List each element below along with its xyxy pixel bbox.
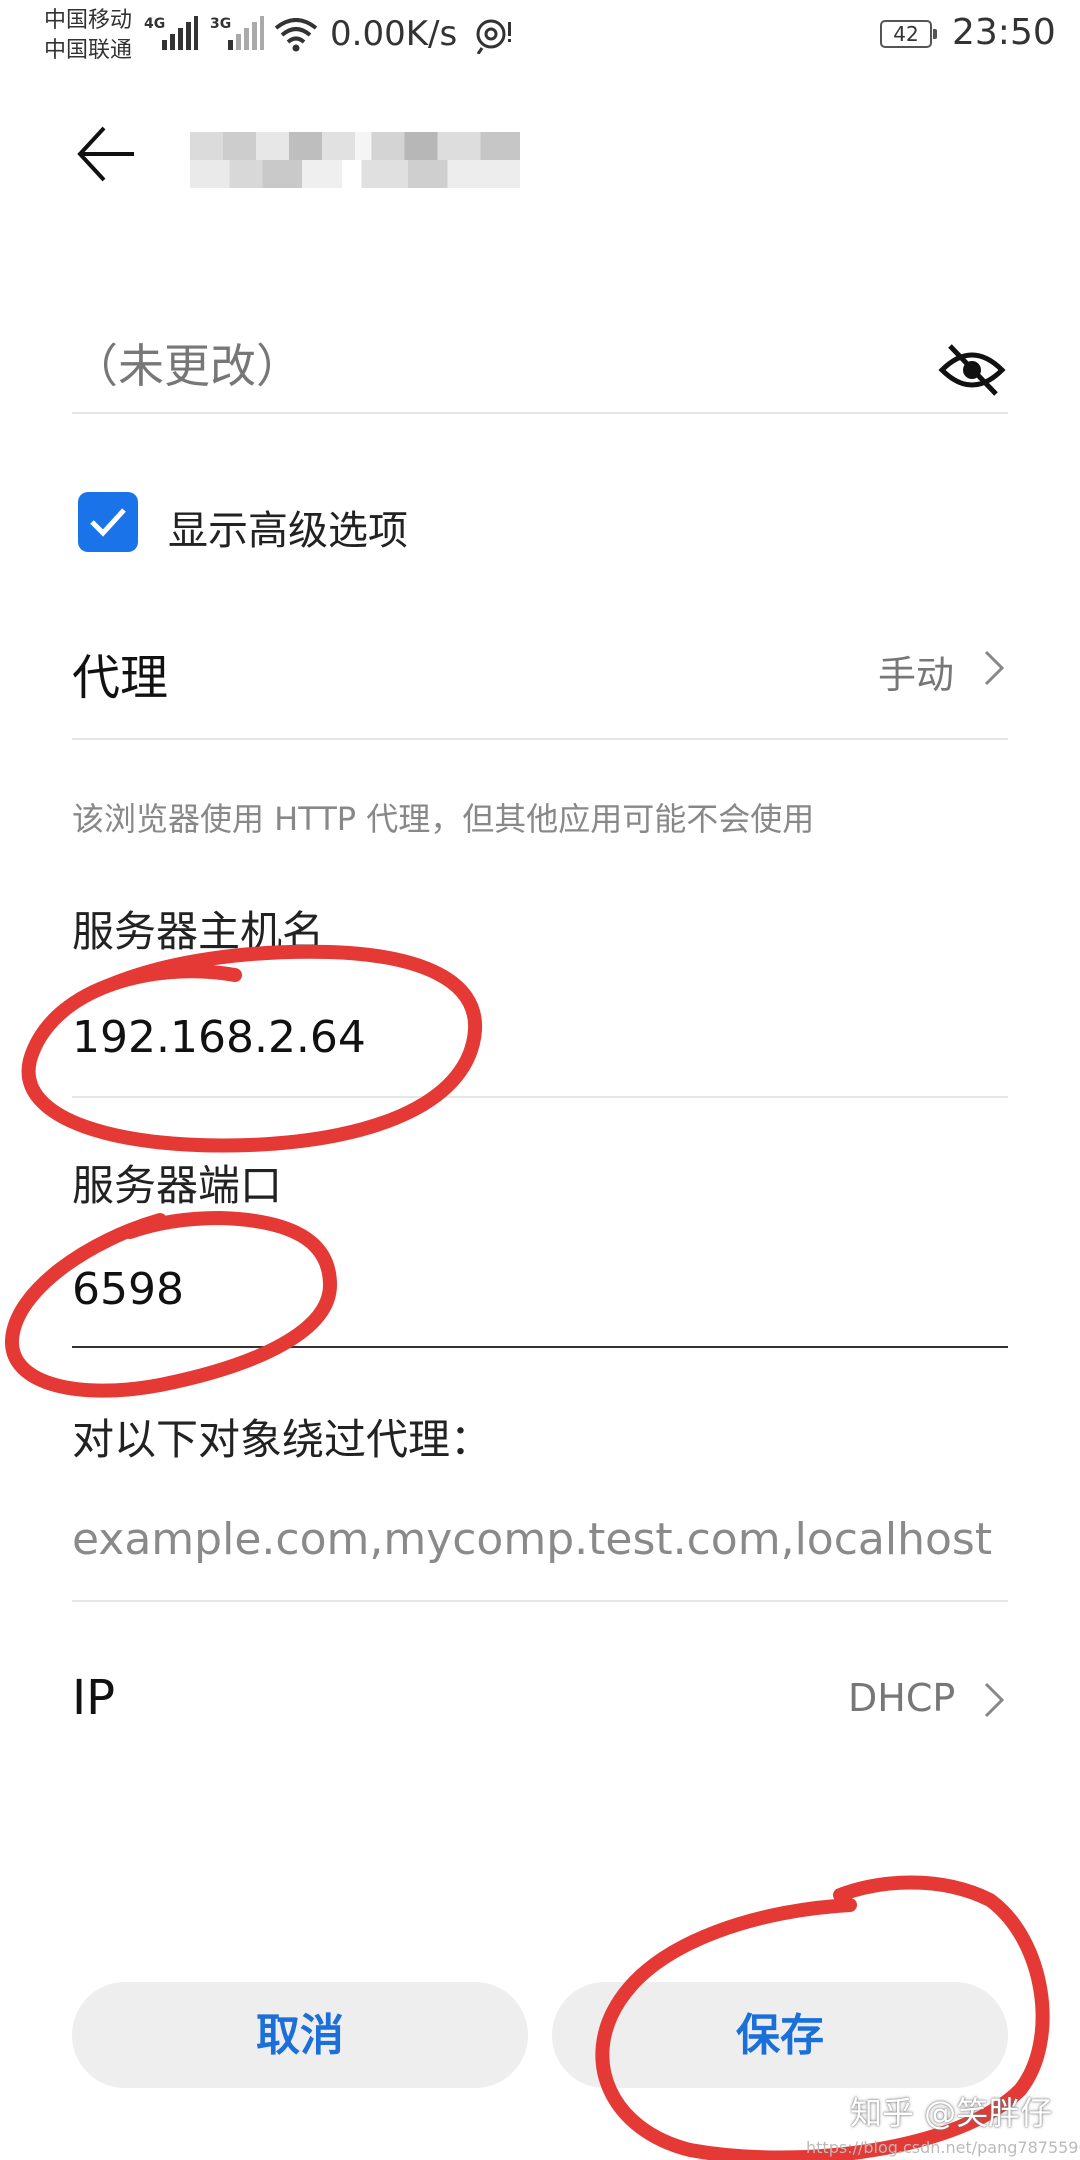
port-input-underline xyxy=(72,1346,1008,1348)
signal-weak-icon xyxy=(228,16,264,50)
divider xyxy=(72,1096,1008,1098)
advanced-options-checkbox[interactable] xyxy=(78,492,138,552)
clock: 23:50 xyxy=(952,12,1056,53)
save-button[interactable]: 保存 xyxy=(552,1982,1008,2088)
eye-off-icon[interactable] xyxy=(938,342,1006,398)
wifi-icon xyxy=(274,18,318,52)
divider xyxy=(72,1600,1008,1602)
divider xyxy=(72,412,1008,414)
status-bar: 中国移动 中国联通 4G 3G 0.00K/s 42 23:50 xyxy=(0,0,1080,72)
divider xyxy=(72,738,1008,740)
network-speed: 0.00K/s xyxy=(330,14,458,54)
password-field[interactable]: （未更改） xyxy=(72,330,302,396)
carrier-2: 中国联通 xyxy=(44,38,133,63)
host-label: 服务器主机名 xyxy=(72,907,325,956)
host-input[interactable]: 192.168.2.64 xyxy=(72,1012,366,1063)
red-circle-annotations xyxy=(5,944,1050,2160)
bypass-label: 对以下对象绕过代理： xyxy=(72,1415,493,1464)
port-input[interactable]: 6598 xyxy=(72,1264,184,1315)
proxy-title: 代理 xyxy=(72,650,169,706)
ip-title: IP xyxy=(72,1670,116,1726)
carrier-names: 中国移动 中国联通 xyxy=(44,6,132,66)
advanced-options-label: 显示高级选项 xyxy=(168,508,408,554)
cancel-button[interactable]: 取消 xyxy=(72,1982,528,2088)
ip-value: DHCP xyxy=(848,1676,956,1720)
wifi-proxy-settings-screen: 中国移动 中国联通 4G 3G 0.00K/s 42 23:50 （未更改） 显… xyxy=(0,0,1080,2160)
hotspot-icon xyxy=(476,19,511,54)
battery-indicator: 42 xyxy=(880,20,937,48)
zhihu-watermark: 知乎 @笑胖仔 xyxy=(850,2094,1053,2132)
carrier-1: 中国移动 xyxy=(44,8,133,33)
check-icon xyxy=(90,508,126,537)
csdn-url-watermark: https://blog.csdn.net/pang787559613 xyxy=(806,2138,1080,2157)
network-name-redacted xyxy=(190,132,520,188)
proxy-value: 手动 xyxy=(878,653,955,697)
arrow-left-icon[interactable] xyxy=(76,122,140,186)
bypass-input[interactable]: example.com,mycomp.test.com,localhost xyxy=(72,1514,992,1565)
signal-strength-icon xyxy=(162,16,198,50)
chevron-right-icon xyxy=(984,1682,1005,1718)
proxy-hint: 该浏览器使用 HTTP 代理，但其他应用可能不会使用 xyxy=(72,800,815,838)
port-label: 服务器端口 xyxy=(72,1161,283,1210)
chevron-right-icon xyxy=(984,650,1005,686)
